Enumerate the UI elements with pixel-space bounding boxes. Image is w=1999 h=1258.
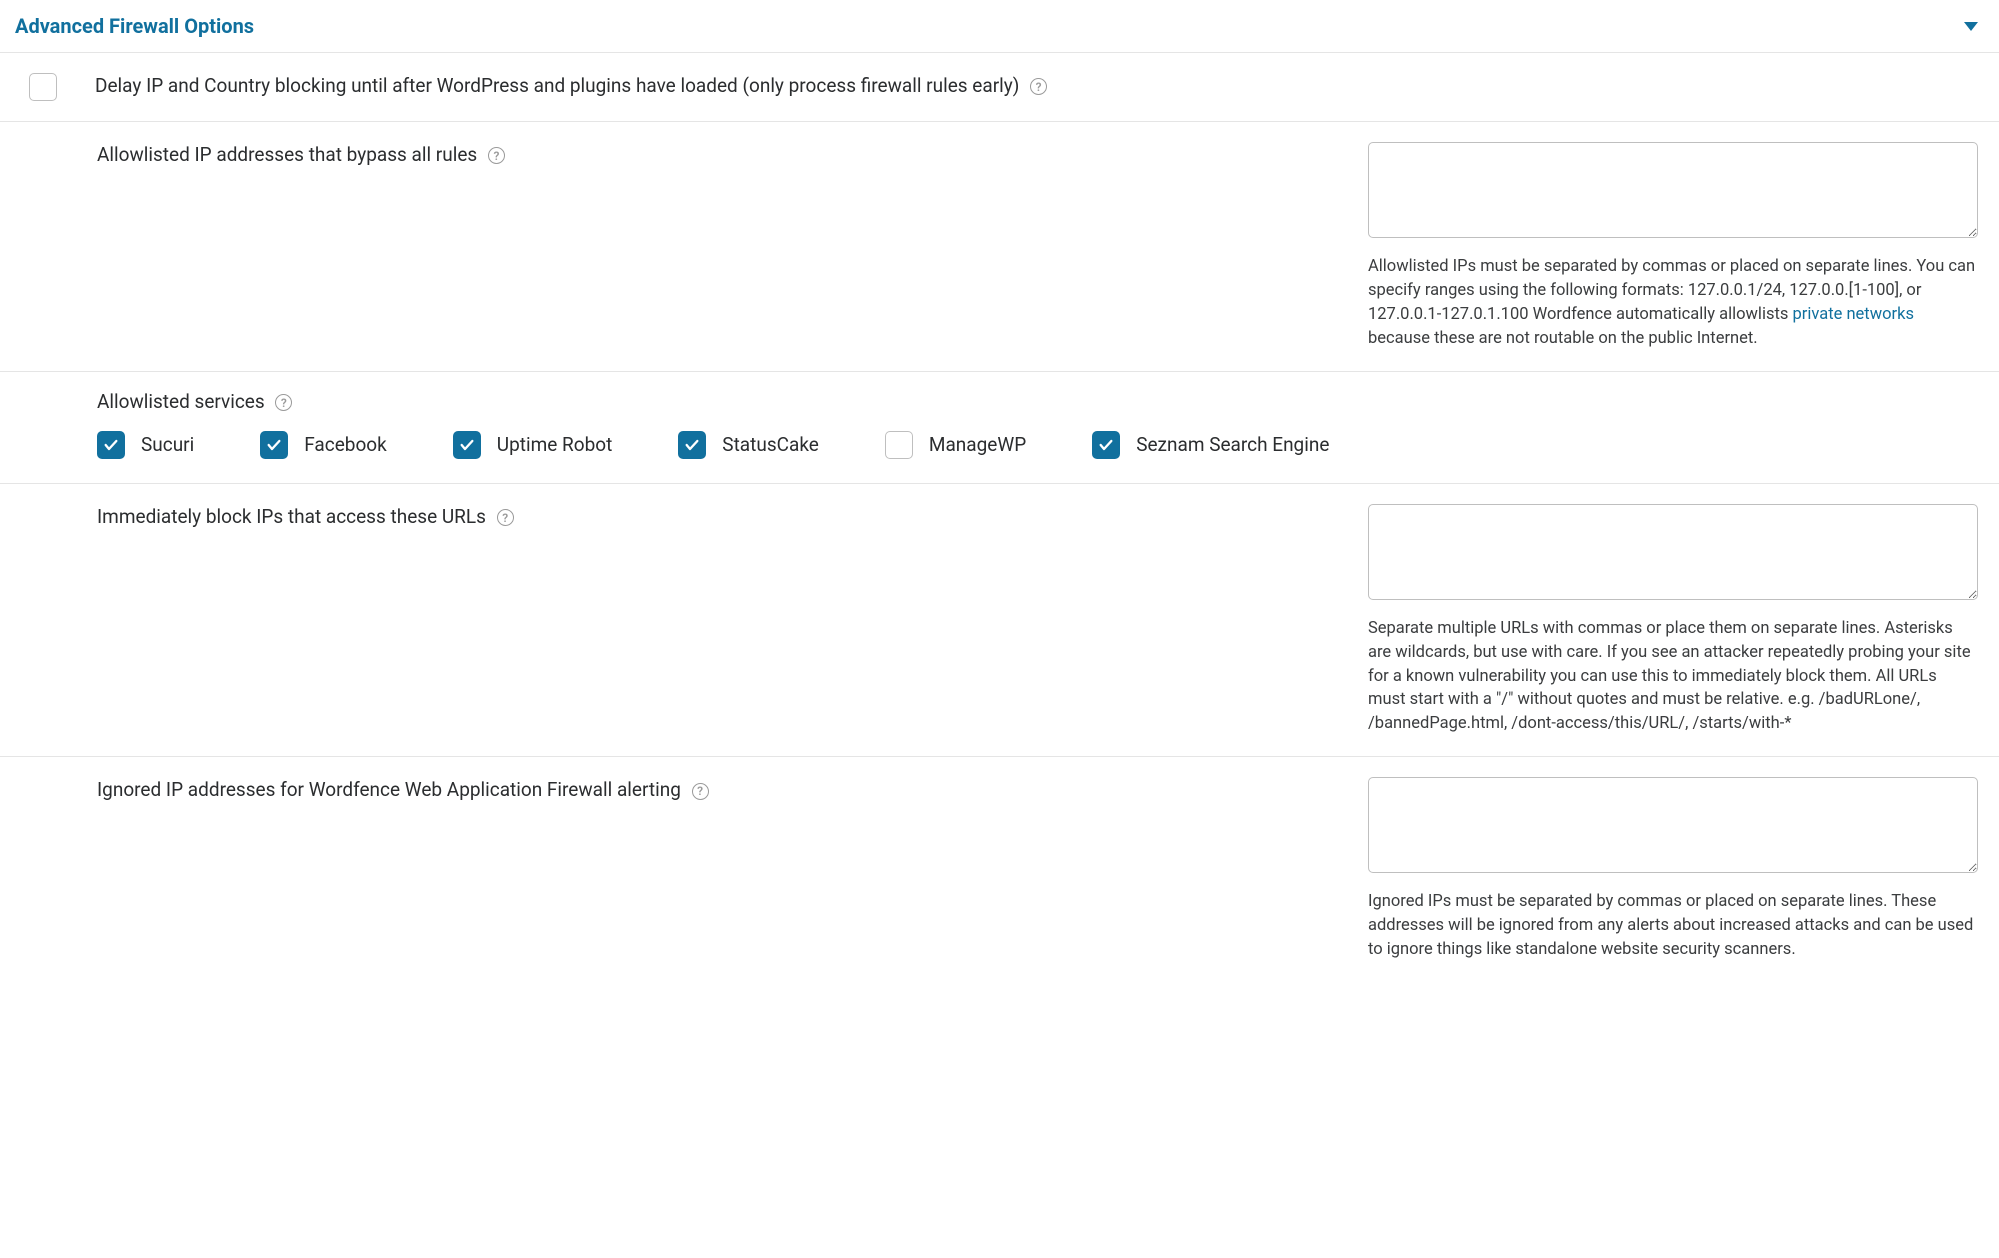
- service-item: Uptime Robot: [453, 431, 613, 459]
- allowlisted-ips-row: Allowlisted IP addresses that bypass all…: [0, 122, 1999, 372]
- service-label: ManageWP: [929, 432, 1026, 458]
- service-item: Sucuri: [97, 431, 194, 459]
- help-icon[interactable]: ?: [692, 783, 709, 800]
- service-item: Seznam Search Engine: [1092, 431, 1329, 459]
- allowlisted-services-label: Allowlisted services ?: [15, 390, 1984, 413]
- block-urls-textarea[interactable]: [1368, 504, 1978, 600]
- chevron-down-icon[interactable]: [1964, 22, 1978, 31]
- allowlisted-services-row: Allowlisted services ? Sucuri Facebook Upt…: [0, 372, 1999, 484]
- ignored-ips-help: Ignored IPs must be separated by commas …: [1368, 890, 1978, 962]
- allowlisted-ips-label: Allowlisted IP addresses that bypass all…: [97, 142, 1348, 168]
- service-item: StatusCake: [678, 431, 819, 459]
- ignored-ips-label: Ignored IP addresses for Wordfence Web A…: [97, 777, 1348, 803]
- allowlisted-ips-textarea[interactable]: [1368, 142, 1978, 238]
- help-icon[interactable]: ?: [1030, 78, 1047, 95]
- services-list: Sucuri Facebook Uptime Robot StatusCake Mana…: [15, 431, 1984, 459]
- block-urls-help: Separate multiple URLs with commas or pl…: [1368, 617, 1978, 737]
- allowlisted-ips-help: Allowlisted IPs must be separated by com…: [1368, 255, 1978, 351]
- help-icon[interactable]: ?: [497, 509, 514, 526]
- service-label: Seznam Search Engine: [1136, 432, 1329, 458]
- service-item: Facebook: [260, 431, 387, 459]
- service-checkbox[interactable]: [678, 431, 706, 459]
- service-checkbox[interactable]: [260, 431, 288, 459]
- service-checkbox[interactable]: [453, 431, 481, 459]
- service-checkbox[interactable]: [1092, 431, 1120, 459]
- delay-ip-label: Delay IP and Country blocking until afte…: [95, 73, 1047, 99]
- help-icon[interactable]: ?: [275, 394, 292, 411]
- section-title: Advanced Firewall Options: [15, 14, 254, 38]
- service-checkbox[interactable]: [97, 431, 125, 459]
- block-urls-row: Immediately block IPs that access these …: [0, 484, 1999, 758]
- help-icon[interactable]: ?: [488, 147, 505, 164]
- private-networks-link[interactable]: private networks: [1792, 305, 1914, 324]
- service-label: StatusCake: [722, 432, 819, 458]
- ignored-ips-row: Ignored IP addresses for Wordfence Web A…: [0, 757, 1999, 982]
- delay-ip-row: Delay IP and Country blocking until afte…: [0, 53, 1999, 122]
- block-urls-label: Immediately block IPs that access these …: [97, 504, 1348, 530]
- delay-ip-checkbox[interactable]: [29, 73, 57, 101]
- service-item: ManageWP: [885, 431, 1026, 459]
- service-label: Facebook: [304, 432, 387, 458]
- service-checkbox[interactable]: [885, 431, 913, 459]
- ignored-ips-textarea[interactable]: [1368, 777, 1978, 873]
- service-label: Uptime Robot: [497, 432, 613, 458]
- service-label: Sucuri: [141, 432, 194, 458]
- section-header[interactable]: Advanced Firewall Options: [0, 0, 1999, 53]
